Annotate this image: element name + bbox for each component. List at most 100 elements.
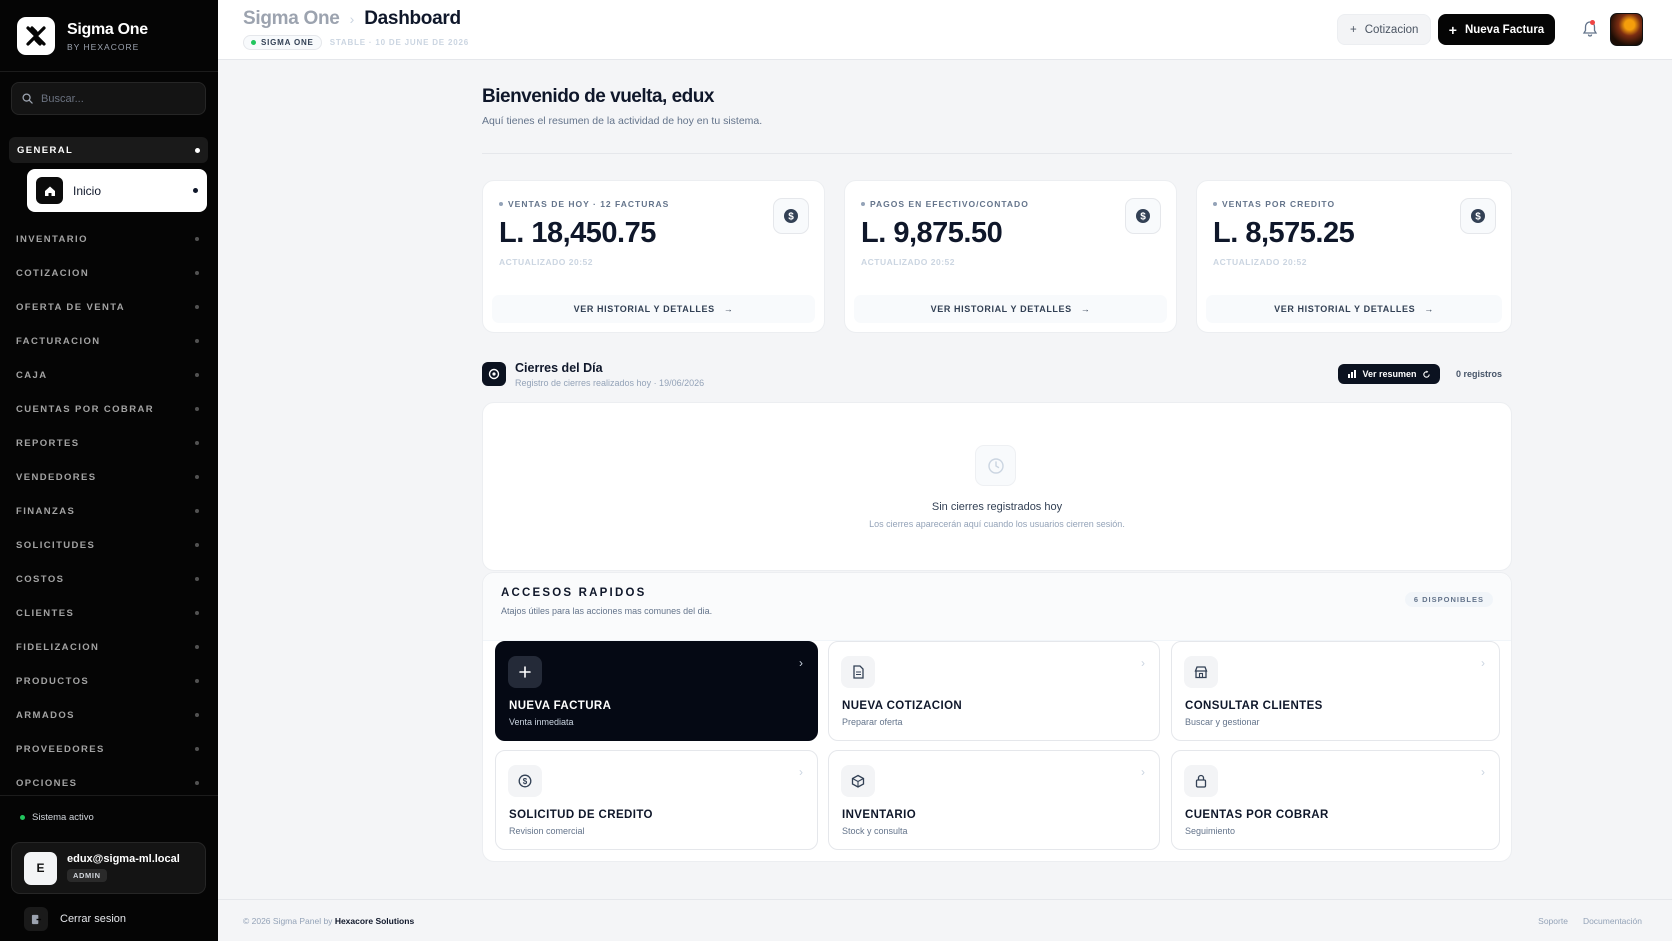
sidebar-item-finanzas[interactable]: FINANZAS bbox=[0, 494, 218, 528]
breadcrumb-root[interactable]: Sigma One bbox=[243, 8, 340, 30]
cotizacion-button-label: Cotizacion bbox=[1364, 23, 1419, 36]
logout-button[interactable]: Cerrar sesion bbox=[24, 907, 126, 931]
footer-links: Soporte Documentación bbox=[1538, 916, 1642, 926]
footer-copyright: © 2026 Sigma Panel by Hexacore Solutions bbox=[243, 916, 414, 926]
active-dot-icon bbox=[193, 188, 198, 193]
sidebar-item-label: CUENTAS POR COBRAR bbox=[16, 403, 154, 415]
dot-icon bbox=[195, 339, 199, 343]
brand[interactable]: Sigma One BY HEXACORE bbox=[17, 17, 148, 55]
dollar-icon: $ bbox=[773, 198, 809, 234]
kpi-details-link[interactable]: VER HISTORIAL Y DETALLES → bbox=[492, 295, 815, 323]
kpi-details-link[interactable]: VER HISTORIAL Y DETALLES → bbox=[1206, 295, 1502, 323]
sidebar-item-oferta-de-venta[interactable]: OFERTA DE VENTA bbox=[0, 290, 218, 324]
nueva-factura-button-label: Nueva Factura bbox=[1464, 23, 1545, 36]
quick-action-title: CONSULTAR CLIENTES bbox=[1185, 700, 1323, 712]
system-status: Sistema activo bbox=[20, 812, 94, 823]
arrow-right-icon: → bbox=[1424, 304, 1434, 314]
sidebar-item-vendedores[interactable]: VENDEDORES bbox=[0, 460, 218, 494]
dot-icon bbox=[195, 543, 199, 547]
sidebar-item-facturacion[interactable]: FACTURACION bbox=[0, 324, 218, 358]
sidebar-nav: INVENTARIO COTIZACION OFERTA DE VENTA FA… bbox=[0, 222, 218, 800]
environment-meta: STABLE · 10 DE JUNE DE 2026 bbox=[329, 38, 469, 47]
quick-action-subtitle: Stock y consulta bbox=[842, 826, 908, 836]
dollar-icon: $ bbox=[508, 765, 542, 797]
quick-action-subtitle: Revision comercial bbox=[509, 826, 585, 836]
quick-action-title: SOLICITUD DE CREDITO bbox=[509, 809, 653, 821]
dot-icon bbox=[195, 271, 199, 275]
kpi-label-text: VENTAS DE HOY · 12 FACTURAS bbox=[508, 199, 670, 209]
sidebar-item-clientes[interactable]: CLIENTES bbox=[0, 596, 218, 630]
user-avatar[interactable] bbox=[1610, 13, 1643, 46]
target-icon bbox=[482, 362, 506, 386]
quick-action-cuentas-por-cobrar[interactable]: › CUENTAS POR COBRAR Seguimiento bbox=[1171, 750, 1500, 850]
quick-action-subtitle: Preparar oferta bbox=[842, 717, 903, 727]
cotizacion-button[interactable]: + Cotizacion bbox=[1337, 14, 1432, 45]
user-card[interactable]: E edux@sigma-ml.local ADMIN bbox=[11, 842, 206, 894]
kpi-updated: ACTUALIZADO 20:52 bbox=[1213, 257, 1307, 267]
sidebar-item-label: PROVEEDORES bbox=[16, 743, 105, 755]
store-icon bbox=[1184, 656, 1218, 688]
quick-action-nueva-factura[interactable]: › NUEVA FACTURA Venta inmediata bbox=[495, 641, 818, 741]
chevron-right-icon: › bbox=[349, 11, 355, 27]
sidebar: Sigma One BY HEXACORE GENERAL Inicio INV… bbox=[0, 0, 218, 941]
role-badge: ADMIN bbox=[67, 869, 107, 882]
kpi-link-label: VER HISTORIAL Y DETALLES bbox=[573, 304, 715, 314]
sidebar-section-general[interactable]: GENERAL bbox=[9, 137, 208, 163]
sidebar-item-fidelizacion[interactable]: FIDELIZACION bbox=[0, 630, 218, 664]
disponibles-badge: 6 DISPONIBLES bbox=[1404, 592, 1493, 607]
kpi-updated: ACTUALIZADO 20:52 bbox=[499, 257, 593, 267]
sidebar-item-solicitudes[interactable]: SOLICITUDES bbox=[0, 528, 218, 562]
accesos-rapidos-title: ACCESOS RAPIDOS bbox=[501, 587, 647, 599]
sidebar-search[interactable] bbox=[11, 82, 206, 115]
registros-count: 0 registros bbox=[1456, 369, 1503, 379]
nueva-factura-button[interactable]: + Nueva Factura bbox=[1438, 14, 1555, 45]
clock-icon bbox=[975, 445, 1016, 486]
quick-action-solicitud-de-credito[interactable]: $ › SOLICITUD DE CREDITO Revision comerc… bbox=[495, 750, 818, 850]
quick-action-inventario[interactable]: › INVENTARIO Stock y consulta bbox=[828, 750, 1160, 850]
dot-icon bbox=[195, 441, 199, 445]
logout-icon bbox=[24, 907, 48, 931]
welcome-subtitle: Aquí tienes el resumen de la actividad d… bbox=[482, 115, 763, 127]
sidebar-item-inventario[interactable]: INVENTARIO bbox=[0, 222, 218, 256]
sidebar-item-inicio[interactable]: Inicio bbox=[27, 169, 207, 212]
sidebar-item-label: COTIZACION bbox=[16, 267, 90, 279]
kpi-label: VENTAS POR CREDITO bbox=[1213, 199, 1335, 209]
sidebar-item-productos[interactable]: PRODUCTOS bbox=[0, 664, 218, 698]
sidebar-item-label: ARMADOS bbox=[16, 709, 75, 721]
sidebar-item-cuentas-por-cobrar[interactable]: CUENTAS POR COBRAR bbox=[0, 392, 218, 426]
chevron-right-icon: › bbox=[1481, 656, 1485, 670]
kpi-link-label: VER HISTORIAL Y DETALLES bbox=[1274, 304, 1416, 314]
sidebar-item-cotizacion[interactable]: COTIZACION bbox=[0, 256, 218, 290]
chevron-right-icon: › bbox=[799, 765, 803, 779]
dot-icon bbox=[195, 611, 199, 615]
sidebar-item-proveedores[interactable]: PROVEEDORES bbox=[0, 732, 218, 766]
sidebar-item-costos[interactable]: COSTOS bbox=[0, 562, 218, 596]
ver-resumen-button[interactable]: Ver resumen bbox=[1338, 364, 1440, 384]
footer-link-documentacion[interactable]: Documentación bbox=[1583, 916, 1642, 926]
dollar-icon: $ bbox=[1125, 198, 1161, 234]
logout-label: Cerrar sesion bbox=[60, 913, 127, 925]
sidebar-item-caja[interactable]: CAJA bbox=[0, 358, 218, 392]
dot-icon bbox=[195, 747, 199, 751]
search-input[interactable] bbox=[41, 92, 191, 105]
refresh-icon bbox=[1422, 369, 1430, 378]
brand-title: Sigma One bbox=[67, 20, 148, 38]
sidebar-item-label: VENDEDORES bbox=[16, 471, 97, 483]
dot-icon bbox=[195, 237, 199, 241]
kpi-label-text: PAGOS EN EFECTIVO/CONTADO bbox=[870, 199, 1029, 209]
sidebar-item-armados[interactable]: ARMADOS bbox=[0, 698, 218, 732]
quick-action-nueva-cotizacion[interactable]: › NUEVA COTIZACION Preparar oferta bbox=[828, 641, 1160, 741]
kpi-details-link[interactable]: VER HISTORIAL Y DETALLES → bbox=[854, 295, 1167, 323]
sidebar-item-reportes[interactable]: REPORTES bbox=[0, 426, 218, 460]
environment-badge: SIGMA ONE bbox=[243, 35, 322, 50]
dot-icon bbox=[195, 305, 199, 309]
sidebar-item-label: COSTOS bbox=[16, 573, 65, 585]
sidebar-item-label: Inicio bbox=[73, 183, 102, 198]
brand-subtitle: BY HEXACORE bbox=[67, 41, 140, 52]
footer-link-soporte[interactable]: Soporte bbox=[1538, 916, 1568, 926]
environment-badge-label: SIGMA ONE bbox=[261, 38, 314, 47]
quick-action-consultar-clientes[interactable]: › CONSULTAR CLIENTES Buscar y gestionar bbox=[1171, 641, 1500, 741]
sidebar-item-label: FINANZAS bbox=[16, 505, 76, 517]
chevron-right-icon: › bbox=[1141, 656, 1145, 670]
kpi-card-pagos-contado: PAGOS EN EFECTIVO/CONTADO L. 9,875.50 AC… bbox=[844, 180, 1177, 333]
